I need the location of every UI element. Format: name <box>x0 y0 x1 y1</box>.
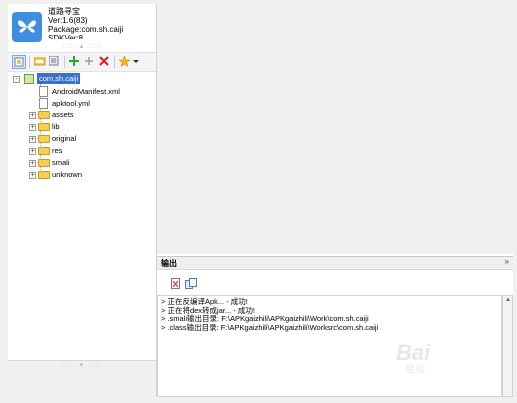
log-line: > .class输出目录: F:\APKgaizhili\APKgaizhili… <box>161 322 379 332</box>
output-log[interactable]: > 正在反编译Apk... - 成功! > 正在将dex转成jar... - 成… <box>157 295 502 397</box>
star-icon[interactable] <box>118 55 132 69</box>
folder-open-icon[interactable] <box>33 55 47 69</box>
expand-toggle[interactable]: + <box>29 124 36 131</box>
tree-toolbar <box>8 52 156 72</box>
output-header: 输出 » <box>157 257 513 270</box>
pin-icon[interactable]: » <box>505 257 509 266</box>
split-icon[interactable] <box>83 55 97 69</box>
file-icon <box>39 98 48 109</box>
tree-item-label: smali <box>52 158 70 167</box>
tree-item-label: AndroidManifest.xml <box>52 87 120 96</box>
expand-toggle[interactable]: + <box>29 172 36 179</box>
splitter-grip-top[interactable]: ::::: ▲ ::::: <box>56 44 108 50</box>
app-sdk-version: SDKVer:8 <box>48 34 84 39</box>
dropdown-icon[interactable] <box>132 55 140 69</box>
tree-item-label: unknown <box>52 170 83 179</box>
tree-item-label: res <box>52 146 63 155</box>
expand-toggle[interactable]: + <box>29 112 36 119</box>
folder-icon <box>38 123 50 131</box>
output-toolbar <box>157 277 513 293</box>
app-package: Package:com.sh.caiji <box>48 25 124 34</box>
output-scrollbar[interactable]: ▲ <box>502 295 513 397</box>
app-info-header: 道路寻宝 Ver:1.6(83) Package:com.sh.caiji SD… <box>8 4 156 50</box>
app-logo-icon <box>12 12 42 42</box>
toolbar-separator <box>64 56 65 68</box>
file-icon <box>39 86 48 97</box>
tree-item-label: assets <box>52 110 74 119</box>
expand-toggle[interactable]: + <box>29 160 36 167</box>
tree-item-label: lib <box>52 122 60 131</box>
toolbar-separator <box>29 56 30 68</box>
left-panel: 道路寻宝 Ver:1.6(83) Package:com.sh.caiji SD… <box>8 4 157 397</box>
view-icon[interactable] <box>12 55 26 69</box>
scroll-up-icon[interactable]: ▲ <box>505 297 511 303</box>
folder-icon <box>38 111 50 119</box>
copy-output-icon[interactable] <box>185 278 197 290</box>
splitter-grip-bottom[interactable]: ::::: ▼ ::::: <box>56 363 108 369</box>
folder-icon <box>38 147 50 155</box>
project-icon <box>24 74 34 84</box>
file-tree: - com.sh.caiji AndroidManifest.xml apkto… <box>8 72 156 362</box>
tree-root-label: com.sh.caiji <box>37 73 81 84</box>
output-title: 输出 <box>161 259 177 268</box>
app-name: 道路寻宝 <box>48 7 80 16</box>
expand-toggle[interactable]: + <box>29 136 36 143</box>
expand-toggle[interactable]: + <box>29 148 36 155</box>
toolbar-separator <box>114 56 115 68</box>
tree-item-label: apktool.yml <box>52 99 90 108</box>
app-info-text: 道路寻宝 Ver:1.6(83) Package:com.sh.caiji SD… <box>48 7 123 39</box>
app-version: Ver:1.6(83) <box>48 16 88 25</box>
folder-icon <box>38 159 50 167</box>
folder-icon <box>38 171 50 179</box>
folder-icon <box>38 135 50 143</box>
image-icon[interactable] <box>48 55 62 69</box>
workspace-area <box>157 4 513 254</box>
output-panel: 输出 » > 正在反编译Apk... - 成功! > 正在将dex转成jar..… <box>157 256 513 397</box>
clear-output-icon[interactable] <box>171 278 183 290</box>
add-icon[interactable] <box>68 55 82 69</box>
left-panel-footer: ::::: ▼ ::::: <box>8 360 156 397</box>
delete-icon[interactable] <box>98 55 112 69</box>
tree-item-label: original <box>52 134 77 143</box>
collapse-toggle[interactable]: - <box>13 76 20 83</box>
